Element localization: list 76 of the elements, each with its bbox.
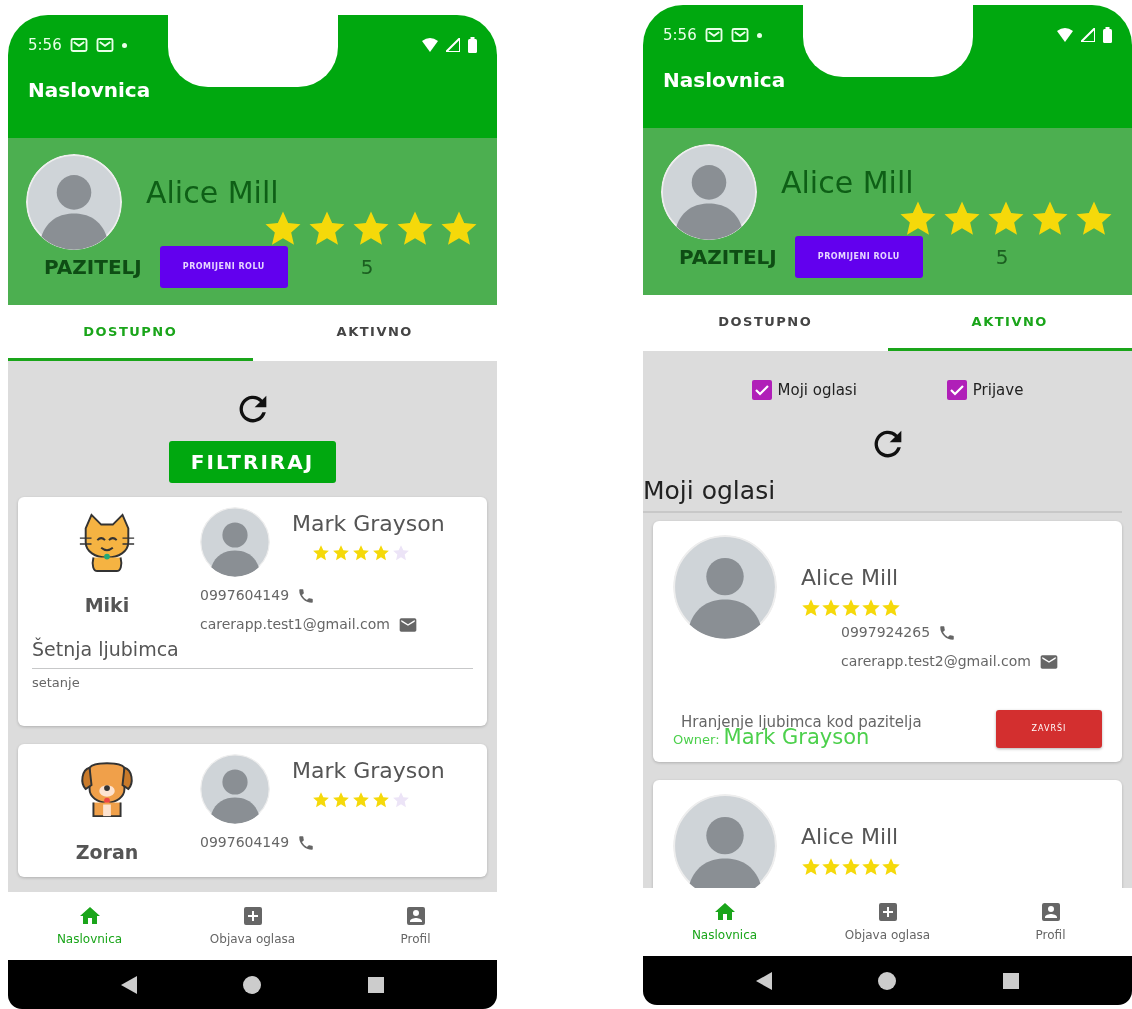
checkbox[interactable]: Moji oglasi (751, 379, 857, 402)
role-label: PAZITELJ (679, 244, 777, 271)
owner-label: Owner: (673, 733, 720, 746)
star-icon (392, 544, 410, 562)
listing-title: Šetnja ljubimca (32, 636, 180, 662)
star-icon (312, 544, 330, 562)
role-label: PAZITELJ (44, 254, 142, 281)
owner-name: Mark Grayson (292, 510, 445, 538)
owner-avatar (200, 507, 270, 577)
signal-icon (1081, 28, 1095, 42)
battery-icon (468, 37, 477, 53)
star-icon (312, 791, 330, 809)
wifi-icon (1057, 28, 1073, 42)
user-name: Alice Mill (781, 164, 915, 202)
checkbox[interactable]: Prijave (946, 379, 1024, 402)
recents-icon (1002, 972, 1019, 989)
status-time: 5:56 (663, 24, 697, 46)
star-icon (881, 598, 901, 618)
recents-icon (367, 976, 384, 993)
star-icon (801, 598, 821, 618)
star-icon (332, 544, 350, 562)
signal-icon (446, 38, 460, 52)
dot-icon (756, 32, 762, 38)
pet-name: Zoran (75, 840, 139, 865)
dot-icon (121, 42, 127, 48)
phone-icon (297, 586, 316, 605)
home-button-icon (878, 971, 897, 990)
owner-name: Mark Grayson (292, 757, 445, 785)
home-button-icon (243, 975, 262, 994)
status-time: 5:56 (28, 34, 62, 56)
star-icon (861, 857, 881, 877)
wifi-icon (422, 38, 438, 52)
star-icon (332, 791, 350, 809)
phone-icon (938, 623, 957, 642)
finish-button[interactable]: ZAVRŠI (996, 710, 1102, 748)
change-role-button[interactable]: PROMIJENI ROLU (794, 236, 923, 278)
owner-avatar (200, 754, 270, 824)
filter-button[interactable]: FILTRIRAJ (168, 441, 337, 483)
star-icon (881, 857, 901, 877)
mail-icon (95, 36, 114, 54)
user-name: Alice Mill (146, 174, 280, 212)
battery-icon (1103, 27, 1112, 43)
section-heading: Moji oglasi (643, 471, 1122, 513)
star-icon (372, 791, 390, 809)
star-icon (841, 598, 861, 618)
phone-icon (297, 833, 316, 852)
checkbox-icon (946, 380, 967, 401)
mail-icon (730, 26, 749, 44)
email-address: carerapp.test2@gmail.com (841, 652, 1031, 671)
phone-number: 0997604149 (200, 586, 290, 605)
star-icon (372, 544, 390, 562)
screen-title: Naslovnica (28, 77, 152, 104)
star-icon (841, 857, 861, 877)
phone-number: 0997604149 (200, 833, 290, 852)
screen-title: Naslovnica (663, 67, 787, 94)
back-icon (121, 975, 138, 994)
user-name: Alice Mill (801, 823, 900, 851)
rating-value: 5 (360, 254, 374, 281)
rating-value: 5 (995, 244, 1009, 271)
star-icon (801, 857, 821, 877)
phone-number: 0997924265 (841, 623, 931, 642)
star-icon (392, 791, 410, 809)
back-icon (756, 971, 773, 990)
listing-description: setanje (32, 673, 81, 692)
mail-icon (69, 36, 88, 54)
star-icon (821, 857, 841, 877)
email-address: carerapp.test1@gmail.com (200, 615, 390, 634)
change-role-button[interactable]: PROMIJENI ROLU (159, 246, 288, 288)
checkbox-icon (751, 380, 772, 401)
mail-icon (704, 26, 723, 44)
star-icon (352, 791, 370, 809)
user-name: Alice Mill (801, 564, 900, 592)
star-icon (821, 598, 841, 618)
star-icon (861, 598, 881, 618)
star-icon (352, 544, 370, 562)
pet-name: Miki (84, 593, 130, 618)
